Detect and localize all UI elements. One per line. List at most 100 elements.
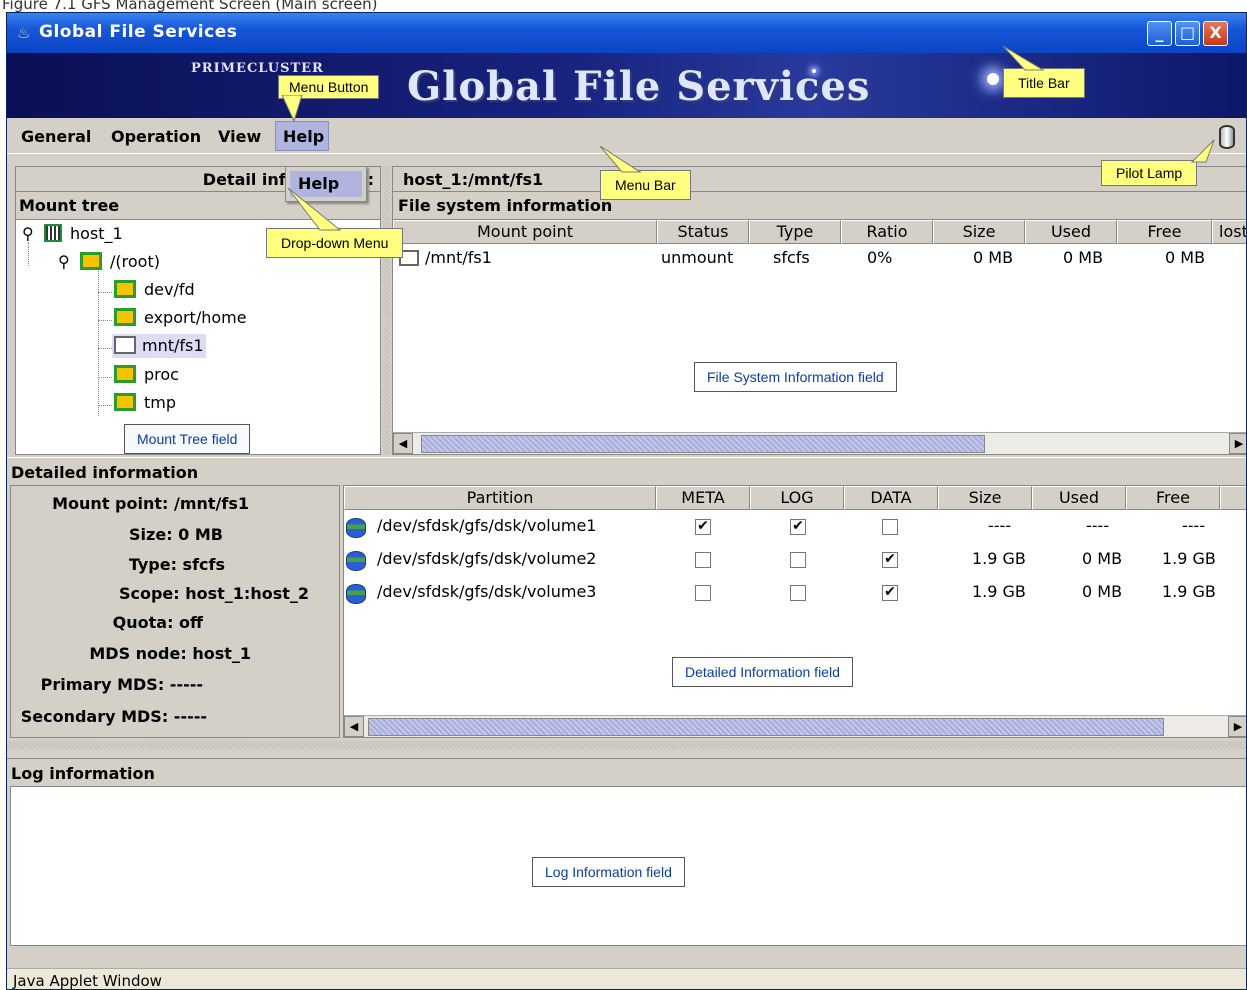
data-checkbox[interactable] [882,519,898,535]
tree-item-label: export/home [144,308,247,327]
data-checkbox[interactable]: ✔ [882,585,898,601]
cell-used: 0 MB [1082,549,1123,568]
scroll-left-icon[interactable]: ◀ [393,433,413,454]
tree-item-proc[interactable]: proc [114,363,179,387]
col-header-size[interactable]: Size [938,486,1032,510]
label-mount-tree-field: Mount Tree field [124,424,251,454]
meta-checkbox[interactable] [695,585,711,601]
maximize-button[interactable]: □ [1175,21,1200,46]
cell-mount-point: /mnt/fs1 [425,248,492,267]
label-detailed-info-field: Detailed Information field [672,657,853,687]
minimize-button[interactable]: _ [1147,21,1172,46]
title-bar[interactable]: ♨ Global File Services _ □ X [7,13,1246,53]
tree-item-mnt-fs1[interactable]: mnt/fs1 [112,334,206,358]
scroll-right-icon[interactable]: ▶ [1228,716,1246,737]
tree-item-tmp[interactable]: tmp [114,391,176,415]
vertical-splitter[interactable] [383,166,391,455]
label-log-info-field: Log Information field [532,857,685,887]
brand-logo: PRIMECLUSTER [191,61,324,76]
col-header-partition[interactable]: Partition [344,486,656,510]
window-title: Global File Services [39,22,238,42]
callout-menu-bar: Menu Bar [600,170,691,200]
log-checkbox[interactable]: ✔ [790,519,806,535]
scroll-thumb[interactable] [368,718,1164,736]
fs-info-table[interactable]: Mount point Status Type Ratio Size Used … [392,219,1246,455]
close-button[interactable]: X [1203,21,1228,46]
col-header-ratio[interactable]: Ratio [841,220,933,244]
col-header-meta[interactable]: META [656,486,750,510]
cell-status: unmount [661,248,734,267]
detail-primary-mds: Primary MDS: ----- [40,675,203,694]
col-header-free[interactable]: Free [1126,486,1220,510]
fs-info-header: File system information [392,192,1246,219]
callout-pointer [599,145,642,173]
menu-operation[interactable]: Operation [111,127,201,146]
tree-item-export-home[interactable]: export/home [114,306,247,330]
expand-key-icon[interactable]: ⚲ [58,250,70,274]
col-header-size[interactable]: Size [933,220,1025,244]
partition-table[interactable]: Partition META LOG DATA Size Used Free /… [343,485,1246,738]
log-checkbox[interactable] [790,552,806,568]
col-header-data[interactable]: DATA [844,486,938,510]
cell-partition: /dev/sfdsk/gfs/dsk/volume1 [377,516,597,535]
folder-icon [114,280,136,298]
meta-checkbox[interactable] [695,552,711,568]
col-header-used[interactable]: Used [1032,486,1126,510]
filesystem-icon [114,336,136,354]
horizontal-scrollbar[interactable]: ◀ ▶ [393,432,1246,454]
volume-icon [346,518,366,538]
banner-title: Global File Services [407,63,871,110]
java-cup-icon: ♨ [17,24,31,42]
cell-size: 1.9 GB [972,582,1026,601]
scroll-left-icon[interactable]: ◀ [344,716,364,737]
expand-key-icon[interactable]: ⚲ [22,222,34,246]
col-header-log[interactable]: LOG [750,486,844,510]
callout-pointer [1002,45,1045,71]
cell-used: 0 MB [1082,582,1123,601]
menu-view[interactable]: View [218,127,261,146]
cell-size: 1.9 GB [972,549,1026,568]
folder-icon [114,308,136,326]
host-icon [44,224,62,242]
cell-used: ---- [1086,516,1110,535]
callout-dropdown-menu: Drop-down Menu [266,228,404,258]
col-header-used[interactable]: Used [1025,220,1117,244]
cell-type: sfcfs [773,248,810,267]
label-fs-info-field: File System Information field [694,362,897,392]
banner-sparkle [987,73,999,85]
tree-item-host[interactable]: ⚲ host_1 [22,222,123,246]
meta-checkbox[interactable]: ✔ [695,519,711,535]
folder-icon [114,393,136,411]
cell-used: 0 MB [1063,248,1104,267]
folder-icon [114,365,136,383]
col-header-free[interactable]: Free [1117,220,1212,244]
scroll-thumb[interactable] [421,435,985,453]
tree-item-dev-fd[interactable]: dev/fd [114,278,195,302]
horizontal-scrollbar[interactable]: ◀ ▶ [344,715,1246,737]
detailed-info-header: Detailed information [7,457,1246,485]
detail-type: Type: sfcfs [128,555,225,574]
log-checkbox[interactable] [790,585,806,601]
detail-mount-point: Mount point: /mnt/fs1 [52,494,249,513]
tree-item-root[interactable]: ⚲ /(root) [58,250,160,274]
scroll-right-icon[interactable]: ▶ [1229,433,1246,454]
cell-free: 1.9 GB [1162,549,1216,568]
col-header-type[interactable]: Type [749,220,841,244]
callout-pointer [281,95,303,123]
col-header-lost[interactable]: lost [1212,220,1246,244]
horizontal-splitter[interactable] [7,741,1246,749]
col-header-mount-point[interactable]: Mount point [393,220,657,244]
data-checkbox[interactable]: ✔ [882,552,898,568]
cell-free: ---- [1182,516,1206,535]
menu-help[interactable]: Help [275,121,329,151]
tree-item-label: host_1 [70,224,123,243]
detail-summary: Mount point: /mnt/fs1 Size: 0 MB Type: s… [10,485,340,738]
volume-icon [346,551,366,571]
menu-general[interactable]: General [21,127,91,146]
detail-secondary-mds: Secondary MDS: ----- [20,707,207,726]
log-info-header: Log information [7,758,1246,786]
callout-pointer [287,187,342,231]
detail-mds-node: MDS node: host_1 [89,644,251,663]
cell-ratio: 0% [867,248,893,267]
col-header-status[interactable]: Status [657,220,749,244]
